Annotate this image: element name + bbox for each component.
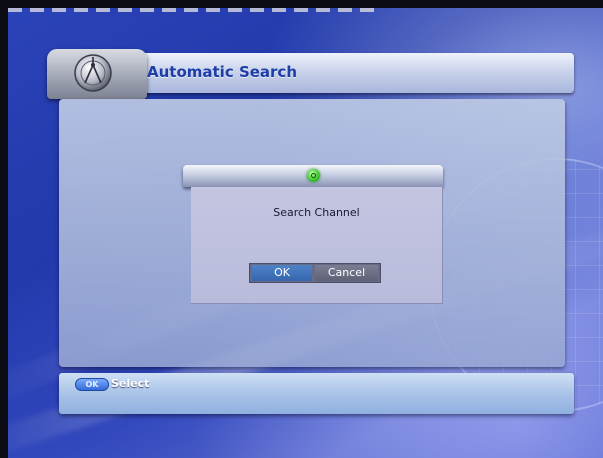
dialog-button-group: OK Cancel bbox=[249, 263, 381, 283]
dialog-header bbox=[183, 165, 443, 187]
satellite-dish-icon bbox=[74, 54, 112, 92]
ok-key-icon: OK bbox=[75, 378, 109, 391]
dialog-message: Search Channel bbox=[273, 206, 360, 219]
ok-button[interactable]: OK bbox=[252, 265, 312, 281]
search-channel-dialog: Search Channel OK Cancel bbox=[183, 165, 443, 304]
page-title: Automatic Search bbox=[147, 63, 298, 81]
footer-hint-bar: OK Select bbox=[59, 373, 574, 414]
header-bar: Automatic Search bbox=[47, 49, 574, 99]
cancel-button[interactable]: Cancel bbox=[315, 265, 378, 281]
ok-key-label: OK bbox=[85, 380, 99, 389]
header-logo-tab bbox=[47, 49, 147, 99]
top-edge-artifact bbox=[8, 8, 378, 12]
dialog-body: Search Channel OK Cancel bbox=[191, 187, 443, 304]
tv-screen: Automatic Search Search Channel OK Cance… bbox=[0, 0, 603, 458]
footer-hint-label: Select bbox=[111, 377, 150, 390]
green-status-icon bbox=[307, 169, 320, 182]
